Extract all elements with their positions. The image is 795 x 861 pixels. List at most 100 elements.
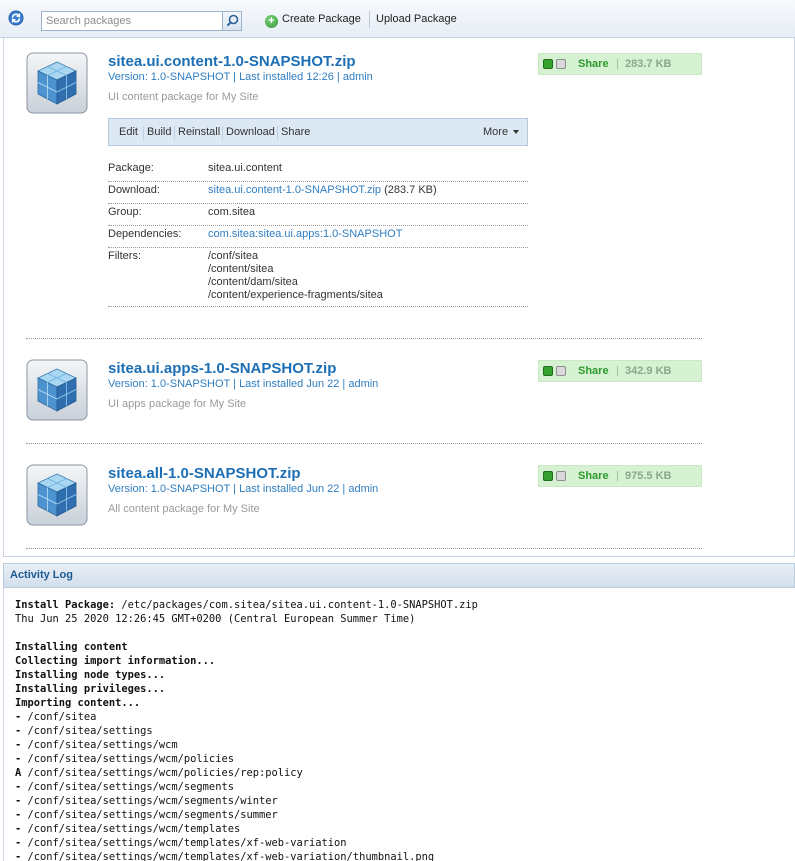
detail-label: Group: <box>108 206 142 218</box>
filters-list: /conf/sitea /content/sitea /content/dam/… <box>208 250 383 302</box>
status-icon <box>543 59 553 69</box>
detail-label: Dependencies: <box>108 228 182 240</box>
download-size: (283.7 KB) <box>384 184 437 196</box>
log-entry: - /conf/sitea/settings/wcm/segments/wint… <box>15 795 278 807</box>
log-entry: - /conf/sitea/settings/wcm/templates <box>15 823 241 835</box>
more-label: More <box>483 126 509 138</box>
package-share-box: Share | 283.7 KB <box>538 53 702 75</box>
package-title-link[interactable]: sitea.all-1.0-SNAPSHOT.zip <box>108 465 301 482</box>
toolbar-separator <box>369 11 370 28</box>
reinstall-button[interactable]: Reinstall <box>178 126 220 138</box>
search-button[interactable] <box>222 12 241 30</box>
activity-log-body: Install Package: /etc/packages/com.sitea… <box>3 588 795 861</box>
package-title-link[interactable]: sitea.ui.content-1.0-SNAPSHOT.zip <box>108 53 356 70</box>
share-action-button[interactable]: Share <box>281 126 310 138</box>
package-share-box: Share | 975.5 KB <box>538 465 702 487</box>
divider <box>26 338 702 339</box>
package-user-link[interactable]: admin <box>348 483 378 495</box>
package-user-link[interactable]: admin <box>343 71 373 83</box>
status-icon <box>556 366 566 376</box>
log-entry: - /conf/sitea <box>15 711 97 723</box>
package-installed: Last installed Jun 22 <box>239 378 340 390</box>
log-step: Importing content... <box>15 697 141 709</box>
search-icon <box>226 14 239 27</box>
more-button[interactable]: More <box>483 126 520 138</box>
package-icon <box>26 52 88 114</box>
package-size: 975.5 KB <box>625 470 672 482</box>
package-version: Version: 1.0-SNAPSHOT <box>108 378 231 390</box>
toolbar: + Create Package Upload Package <box>0 0 795 38</box>
upload-package-button[interactable]: Upload Package <box>376 12 457 28</box>
detail-value: sitea.ui.content <box>208 162 282 174</box>
detail-label: Filters: <box>108 250 141 262</box>
package-icon <box>26 464 88 526</box>
package-description: UI content package for My Site <box>108 91 259 103</box>
package-description: UI apps package for My Site <box>108 398 247 410</box>
log-entry: - /conf/sitea/settings <box>15 725 153 737</box>
status-icon <box>543 366 553 376</box>
share-button[interactable]: Share <box>578 365 609 377</box>
build-button[interactable]: Build <box>147 126 171 138</box>
search-input[interactable] <box>42 12 222 30</box>
filter-item: /content/dam/sitea <box>208 276 298 288</box>
refresh-icon[interactable] <box>8 10 24 26</box>
detail-row-filters: Filters: /conf/sitea /content/sitea /con… <box>108 250 528 307</box>
package-icon <box>26 359 88 421</box>
detail-row-group: Group: com.sitea <box>108 206 528 226</box>
package-size: 283.7 KB <box>625 58 672 70</box>
package-size: 342.9 KB <box>625 365 672 377</box>
package-action-bar: Edit Build Reinstall Download Share More <box>108 118 528 146</box>
package-share-box: Share | 342.9 KB <box>538 360 702 382</box>
package-version: Version: 1.0-SNAPSHOT <box>108 483 231 495</box>
package-meta: Version: 1.0-SNAPSHOT | Last installed J… <box>108 483 379 495</box>
log-entry: - /conf/sitea/settings/wcm/templates/xf-… <box>15 837 347 849</box>
package-list: sitea.ui.content-1.0-SNAPSHOT.zip Versio… <box>3 38 795 557</box>
package-user-link[interactable]: admin <box>348 378 378 390</box>
filter-item: /conf/sitea <box>208 250 259 262</box>
package-title-link[interactable]: sitea.ui.apps-1.0-SNAPSHOT.zip <box>108 360 336 377</box>
divider <box>26 443 702 444</box>
detail-label: Package: <box>108 162 154 174</box>
package-meta: Version: 1.0-SNAPSHOT | Last installed 1… <box>108 71 373 83</box>
create-package-label: Create Package <box>282 13 361 25</box>
edit-button[interactable]: Edit <box>119 126 138 138</box>
package-version: Version: 1.0-SNAPSHOT <box>108 71 231 83</box>
add-icon: + <box>265 15 278 28</box>
package-installed: Last installed 12:26 <box>239 71 334 83</box>
log-entry: A /conf/sitea/settings/wcm/policies/rep:… <box>15 767 303 779</box>
log-line: Install Package: /etc/packages/com.sitea… <box>15 598 478 612</box>
log-step: Installing node types... <box>15 669 166 681</box>
share-button[interactable]: Share <box>578 58 609 70</box>
create-package-button[interactable]: + Create Package <box>265 12 361 28</box>
detail-row-package: Package: sitea.ui.content <box>108 162 528 182</box>
download-link[interactable]: sitea.ui.content-1.0-SNAPSHOT.zip <box>208 184 381 196</box>
search-box <box>41 11 242 31</box>
log-step: Installing content <box>15 641 128 653</box>
log-step: Collecting import information... <box>15 655 216 667</box>
install-path: /etc/packages/com.sitea/sitea.ui.content… <box>115 599 478 611</box>
dependency-link[interactable]: com.sitea:sitea.ui.apps:1.0-SNAPSHOT <box>208 228 402 240</box>
detail-row-dependencies: Dependencies: com.sitea:sitea.ui.apps:1.… <box>108 228 528 248</box>
download-button[interactable]: Download <box>226 126 275 138</box>
share-button[interactable]: Share <box>578 470 609 482</box>
log-step: Installing privileges... <box>15 683 166 695</box>
log-entry: - /conf/sitea/settings/wcm/templates/xf-… <box>15 851 435 861</box>
divider <box>26 548 702 549</box>
package-meta: Version: 1.0-SNAPSHOT | Last installed J… <box>108 378 379 390</box>
detail-value: com.sitea <box>208 206 256 218</box>
package-installed: Last installed Jun 22 <box>239 483 340 495</box>
activity-log-header[interactable]: Activity Log <box>3 563 795 588</box>
filter-item: /content/sitea <box>208 263 274 275</box>
detail-label: Download: <box>108 184 160 196</box>
package-description: All content package for My Site <box>108 503 260 515</box>
detail-row-download: Download: sitea.ui.content-1.0-SNAPSHOT.… <box>108 184 528 204</box>
filter-item: /content/experience-fragments/sitea <box>208 289 383 301</box>
activity-log-title: Activity Log <box>10 569 73 581</box>
chevron-down-icon <box>513 130 520 134</box>
status-icon <box>556 59 566 69</box>
log-entry: - /conf/sitea/settings/wcm/segments <box>15 781 234 793</box>
status-icon <box>543 471 553 481</box>
status-icon <box>556 471 566 481</box>
install-label: Install Package: <box>15 599 116 611</box>
log-entry: - /conf/sitea/settings/wcm/segments/summ… <box>15 809 278 821</box>
